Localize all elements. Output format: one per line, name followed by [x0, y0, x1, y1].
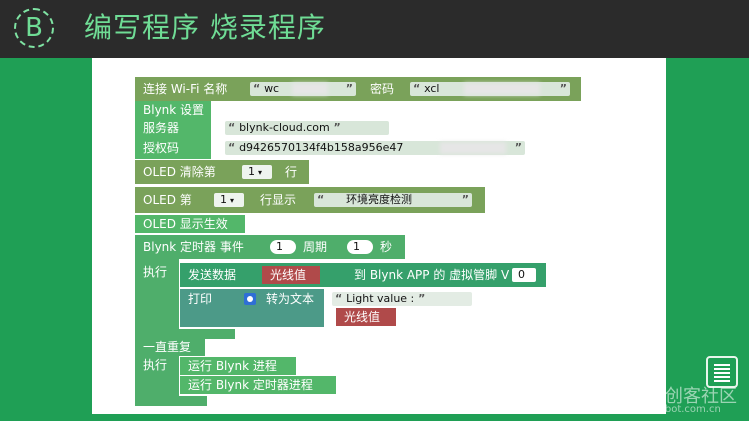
wifi-label: 连接 Wi-Fi 名称	[143, 82, 228, 96]
virtual-pin-input[interactable]: 0	[512, 268, 536, 282]
timer-period-input[interactable]: 1	[347, 240, 373, 254]
send-data-block[interactable]: 发送数据 到 Blynk APP 的 虚拟管脚 V	[180, 263, 546, 287]
gear-icon[interactable]	[244, 293, 256, 305]
run-blynk-block[interactable]: 运行 Blynk 进程	[180, 357, 296, 375]
blynk-server-field[interactable]: “ blynk-cloud.com ”	[225, 121, 389, 135]
run-blynk-timer-block[interactable]: 运行 Blynk 定时器进程	[180, 376, 336, 394]
oled-line-select[interactable]: 1 ▾	[214, 193, 244, 207]
blur-mask	[292, 83, 328, 95]
logo: B	[14, 8, 54, 48]
loop-block[interactable]: 一直重复	[135, 338, 205, 356]
blynk-auth-row[interactable]: 授权码	[135, 137, 211, 159]
wifi-pwd-label: 密码	[370, 82, 395, 96]
oled-text-field[interactable]: “ 环境亮度检测 ”	[314, 193, 472, 207]
timer-id-input[interactable]: 1	[270, 240, 296, 254]
page-title: 编写程序 烧录程序	[84, 11, 326, 44]
print-text-field[interactable]: “ Light value : ”	[332, 292, 472, 306]
oled-clear-block[interactable]: OLED 清除第 行	[135, 160, 309, 184]
blur-mask	[464, 83, 540, 95]
logo-letter: B	[25, 13, 43, 43]
send-var-block[interactable]: 光线值	[262, 266, 320, 284]
chevron-down-icon: ▾	[258, 168, 263, 177]
blynk-server-row[interactable]: 服务器	[135, 119, 211, 137]
chevron-down-icon: ▾	[230, 196, 235, 205]
blur-mask	[440, 142, 506, 154]
oled-show-block[interactable]: OLED 显示生效	[135, 215, 245, 233]
watermark-url: www.DFRobot.com.cn	[612, 404, 721, 415]
loop-exec-arm: 执行	[135, 356, 179, 396]
loop-bottom	[135, 396, 207, 406]
timer-exec-arm: 执行	[135, 259, 179, 329]
code-canvas[interactable]: 连接 Wi-Fi 名称 “ wc ” 密码 “ xcl ” Blynk 设置 服…	[92, 58, 666, 414]
blynk-setup-block[interactable]: Blynk 设置	[135, 101, 211, 119]
print-var-block[interactable]: 光线值	[336, 308, 396, 326]
oled-clear-line-select[interactable]: 1 ▾	[242, 165, 272, 179]
title-bar: B 编写程序 烧录程序	[0, 0, 749, 58]
